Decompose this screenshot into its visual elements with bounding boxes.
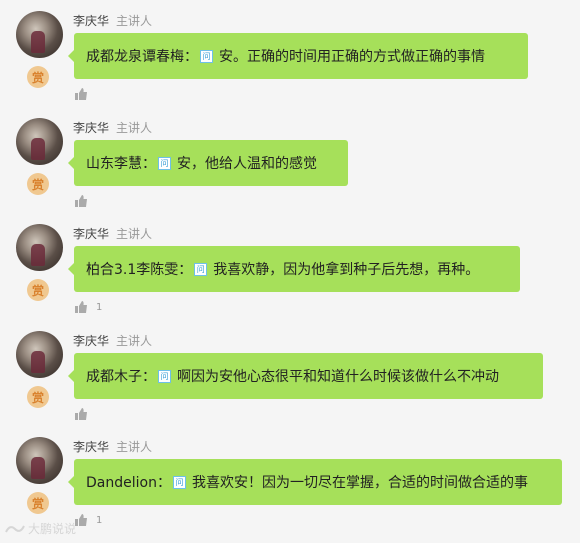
role-label: 主讲人 <box>116 227 153 241</box>
message-0: 赏 李庆华 主讲人 成都龙泉谭春梅： 问 安。正确的时间用正确的方式做正确的事情 <box>0 3 580 111</box>
watermark-text: 大鹏说说 <box>28 522 77 536</box>
sender-name[interactable]: 李庆华 <box>73 119 109 136</box>
sender-name[interactable]: 李庆华 <box>73 225 109 242</box>
thumbs-up-icon <box>75 195 87 207</box>
thumbs-up-icon <box>75 88 87 100</box>
reward-icon[interactable]: 赏 <box>27 173 49 195</box>
reward-icon[interactable]: 赏 <box>27 386 49 408</box>
sender-name[interactable]: 李庆华 <box>73 438 109 455</box>
message-bubble: 柏合3.1李陈雯： 问 我喜欢静，因为他拿到种子后先想，再种。 <box>68 246 520 292</box>
like-count: 1 <box>96 514 103 526</box>
sender-name[interactable]: 李庆华 <box>73 332 109 349</box>
avatar[interactable] <box>16 224 63 271</box>
like-button[interactable] <box>75 88 96 100</box>
avatar[interactable] <box>16 11 63 58</box>
sender-name[interactable]: 李庆华 <box>73 12 109 29</box>
question-icon: 问 <box>158 156 171 170</box>
like-button[interactable]: 1 <box>75 514 102 526</box>
message-text: 我喜欢静，因为他拿到种子后先想，再种。 <box>213 262 480 278</box>
asker-prefix: Dandelion： <box>86 475 171 491</box>
question-icon: 问 <box>172 475 186 489</box>
avatar[interactable] <box>16 331 63 378</box>
message-text: 啊因为安他心态很平和知道什么时候该做什么不冲动 <box>177 369 499 385</box>
thumbs-up-icon <box>75 408 87 420</box>
asker-prefix: 成都龙泉谭春梅： <box>86 49 198 65</box>
like-button[interactable] <box>75 195 96 207</box>
message-bubble: 成都木子： 问 啊因为安他心态很平和知道什么时候该做什么不冲动 <box>68 353 543 399</box>
role-label: 主讲人 <box>116 334 153 348</box>
question-icon: 问 <box>200 49 213 63</box>
question-icon: 问 <box>194 262 208 276</box>
message-text: 我喜欢安！因为一切尽在掌握，合适的时间做合适的事 <box>191 475 528 491</box>
message-4: 赏 李庆华 主讲人 Dandelion： 问 我喜欢安！因为一切尽在掌握，合适的… <box>0 429 580 537</box>
thumbs-up-icon <box>75 514 87 526</box>
message-bubble: 山东李慧： 问 安，他给人温和的感觉 <box>68 140 348 186</box>
watermark: 大鹏说说 <box>4 520 76 537</box>
reward-icon[interactable]: 赏 <box>27 66 49 88</box>
asker-prefix: 成都木子： <box>86 369 156 385</box>
asker-prefix: 柏合3.1李陈雯： <box>86 262 193 278</box>
message-text: 安，他给人温和的感觉 <box>177 156 317 172</box>
message-bubble: Dandelion： 问 我喜欢安！因为一切尽在掌握，合适的时间做合适的事 <box>68 459 562 505</box>
watermark-logo-icon <box>5 525 25 532</box>
like-count: 1 <box>96 301 103 313</box>
role-label: 主讲人 <box>116 14 153 28</box>
message-text: 安。正确的时间用正确的方式做正确的事情 <box>219 49 485 65</box>
message-1: 赏 李庆华 主讲人 山东李慧： 问 安，他给人温和的感觉 <box>0 110 580 218</box>
thumbs-up-icon <box>75 301 87 313</box>
message-3: 赏 李庆华 主讲人 成都木子： 问 啊因为安他心态很平和知道什么时候该做什么不冲… <box>0 323 580 431</box>
message-2: 赏 李庆华 主讲人 柏合3.1李陈雯： 问 我喜欢静，因为他拿到种子后先想，再种… <box>0 216 580 324</box>
avatar[interactable] <box>16 437 63 484</box>
like-button[interactable] <box>75 408 96 420</box>
asker-prefix: 山东李慧： <box>86 156 156 172</box>
reward-icon[interactable]: 赏 <box>27 279 49 301</box>
reward-icon[interactable]: 赏 <box>27 492 49 514</box>
question-icon: 问 <box>158 369 171 383</box>
role-label: 主讲人 <box>116 440 153 454</box>
message-bubble: 成都龙泉谭春梅： 问 安。正确的时间用正确的方式做正确的事情 <box>68 33 528 79</box>
avatar[interactable] <box>16 118 63 165</box>
like-button[interactable]: 1 <box>75 301 102 313</box>
role-label: 主讲人 <box>116 121 153 135</box>
